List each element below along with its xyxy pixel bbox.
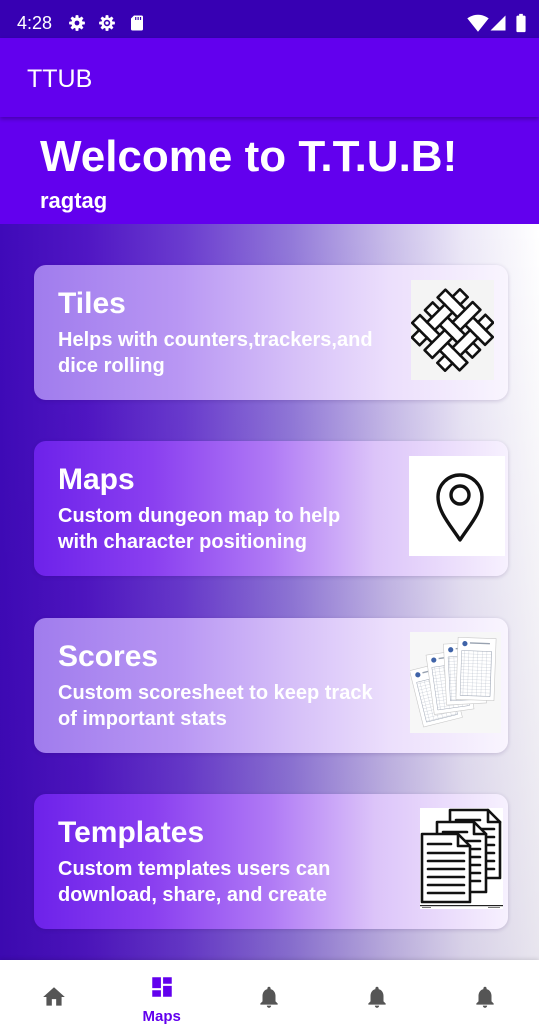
username: ragtag xyxy=(40,188,108,213)
card-title: Tiles xyxy=(58,287,126,320)
clock-time: 4:28 xyxy=(17,13,53,33)
bell-icon xyxy=(364,984,390,1010)
nav-item-notifications-2[interactable] xyxy=(323,960,431,1036)
card-text: Tiles Helps with counters,trackers,and d… xyxy=(58,265,380,400)
app-title: TTUB xyxy=(27,65,93,93)
bottom-navigation: Maps xyxy=(0,960,539,1036)
card-text: Templates Custom templates users can dow… xyxy=(58,794,380,929)
card-maps[interactable]: Maps Custom dungeon map to help with cha… xyxy=(34,441,508,576)
welcome-header: Welcome to T.T.U.B! ragtag xyxy=(0,117,539,224)
gear-icon xyxy=(68,14,86,37)
dashboard-icon xyxy=(149,974,175,1000)
card-description: Custom scoresheet to keep track of impor… xyxy=(58,682,373,730)
battery-icon xyxy=(510,12,532,39)
card-text: Maps Custom dungeon map to help with cha… xyxy=(58,441,380,576)
card-description: Custom templates users can download, sha… xyxy=(58,858,331,906)
card-title: Scores xyxy=(58,640,159,673)
scoresheet-image xyxy=(410,632,501,733)
app-bar: TTUB xyxy=(0,38,539,117)
card-description: Helps with counters,trackers,and dice ro… xyxy=(58,329,373,377)
tiles-lattice-icon xyxy=(411,280,494,380)
bell-icon xyxy=(472,984,498,1010)
bell-icon xyxy=(256,984,282,1010)
welcome-title: Welcome to T.T.U.B! xyxy=(40,132,458,181)
nav-item-home[interactable] xyxy=(0,960,108,1036)
card-title: Templates xyxy=(58,816,205,849)
nav-item-maps[interactable]: Maps xyxy=(108,960,216,1036)
settings-icon xyxy=(98,14,116,37)
nav-item-notifications-1[interactable] xyxy=(216,960,324,1036)
card-description: Custom dungeon map to help with characte… xyxy=(58,505,341,553)
card-tiles[interactable]: Tiles Helps with counters,trackers,and d… xyxy=(34,265,508,400)
sd-card-icon xyxy=(128,14,146,37)
card-templates[interactable]: Templates Custom templates users can dow… xyxy=(34,794,508,929)
main-content: Tiles Helps with counters,trackers,and d… xyxy=(0,224,539,960)
nav-item-notifications-3[interactable] xyxy=(431,960,539,1036)
nav-label-maps: Maps xyxy=(142,1008,181,1025)
wifi-icon xyxy=(467,12,489,39)
status-bar: 4:28 xyxy=(0,0,539,38)
documents-icon xyxy=(420,808,503,909)
card-text: Scores Custom scoresheet to keep track o… xyxy=(58,618,380,753)
map-pin-icon xyxy=(409,456,505,556)
card-scores[interactable]: Scores Custom scoresheet to keep track o… xyxy=(34,618,508,753)
cell-signal-icon xyxy=(489,14,507,37)
home-icon xyxy=(41,984,67,1010)
card-title: Maps xyxy=(58,463,135,496)
